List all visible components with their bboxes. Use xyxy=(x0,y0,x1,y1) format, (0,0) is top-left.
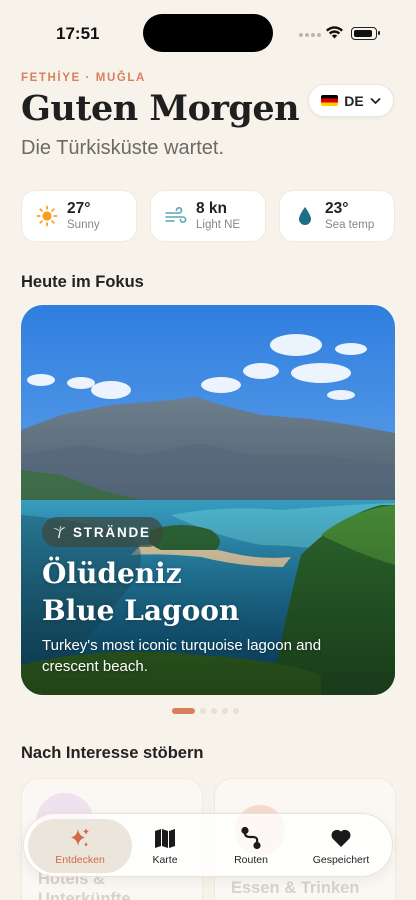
wind-icon xyxy=(164,204,188,228)
weather-card-temperature: 27° Sunny xyxy=(21,190,137,242)
dynamic-island xyxy=(143,14,273,52)
wifi-icon xyxy=(326,26,343,39)
tab-label: Karte xyxy=(152,854,178,866)
tab-karte[interactable]: Karte xyxy=(121,819,209,873)
pager-dot[interactable] xyxy=(200,708,206,714)
weather-card-wind: 8 kn Light NE xyxy=(150,190,266,242)
weather-value: 8 kn xyxy=(196,200,228,217)
carousel-pager xyxy=(172,708,239,714)
route-icon xyxy=(238,825,264,851)
tab-bar: Entdecken Karte Routen Gespeichert xyxy=(23,813,393,877)
palm-tree-icon xyxy=(53,525,66,538)
sparkle-icon xyxy=(67,825,93,851)
tab-gespeichert[interactable]: Gespeichert xyxy=(296,819,386,873)
featured-card[interactable]: STRÄNDE Ölüdeniz Blue Lagoon Turkey's mos… xyxy=(21,305,395,695)
interest-card-label: Essen & Trinken xyxy=(231,879,360,897)
greeting-subtitle: Die Türkisküste wartet. xyxy=(21,137,225,159)
category-tag-label: STRÄNDE xyxy=(73,524,151,540)
category-tag: STRÄNDE xyxy=(42,517,163,547)
tab-label: Gespeichert xyxy=(312,854,370,866)
cellular-signal-icon xyxy=(299,33,321,37)
tab-routen[interactable]: Routen xyxy=(207,819,295,873)
map-icon xyxy=(152,825,178,851)
tab-label: Routen xyxy=(234,854,268,866)
language-selector-button[interactable]: DE xyxy=(308,84,394,117)
interests-section-title: Nach Interesse stöbern xyxy=(21,744,204,762)
pager-dot[interactable] xyxy=(233,708,239,714)
weather-label: Sunny xyxy=(67,219,100,231)
pager-dot[interactable] xyxy=(172,708,195,714)
featured-description: Turkey's most iconic turquoise lagoon an… xyxy=(42,637,322,675)
status-time: 17:51 xyxy=(56,24,100,43)
weather-label: Sea temp xyxy=(325,219,375,231)
greeting-title: Guten Morgen xyxy=(21,88,300,129)
german-flag-icon xyxy=(321,95,339,106)
weather-label: Light NE xyxy=(196,219,241,231)
weather-value: 23° xyxy=(325,200,349,217)
language-code: DE xyxy=(344,92,364,109)
tab-label: Entdecken xyxy=(55,854,105,866)
weather-card-sea-temp: 23° Sea temp xyxy=(279,190,395,242)
location-label: FETHİYE · MUĞLA xyxy=(21,72,146,84)
pager-dot[interactable] xyxy=(222,708,228,714)
battery-icon xyxy=(351,27,380,40)
weather-value: 27° xyxy=(67,200,91,217)
sun-icon xyxy=(35,204,59,228)
heart-icon xyxy=(328,825,354,851)
featured-title: Ölüdeniz Blue Lagoon xyxy=(42,557,240,627)
chevron-down-icon xyxy=(370,97,381,104)
featured-section-title: Heute im Fokus xyxy=(21,273,144,291)
water-drop-icon xyxy=(293,204,317,228)
pager-dot[interactable] xyxy=(211,708,217,714)
status-bar: 17:51 xyxy=(0,0,416,64)
tab-entdecken[interactable]: Entdecken xyxy=(28,819,132,873)
